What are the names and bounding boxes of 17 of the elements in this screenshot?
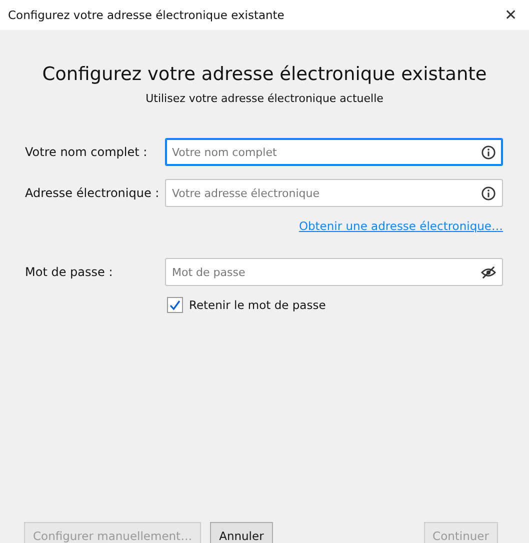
close-button[interactable]: ✕ bbox=[493, 0, 529, 30]
info-icon[interactable] bbox=[481, 144, 496, 160]
get-address-link[interactable]: Obtenir une adresse électronique… bbox=[298, 219, 503, 233]
password-field[interactable]: Mot de passe bbox=[165, 258, 503, 286]
dialog-subheading: Utilisez votre adresse électronique actuelle bbox=[144, 92, 384, 105]
field-label: Mot de passe : bbox=[25, 265, 114, 279]
remember-checkbox[interactable] bbox=[167, 297, 183, 313]
checkbox-label: Retenir le mot de passe bbox=[189, 298, 326, 312]
dialog-heading: Configurez votre adresse électronique existante bbox=[41, 63, 488, 87]
info-icon[interactable] bbox=[481, 186, 496, 200]
dialog-button[interactable]: Annuler bbox=[210, 522, 273, 543]
field-label: Adresse électronique : bbox=[25, 186, 160, 200]
hidden-eye-icon[interactable] bbox=[481, 264, 496, 280]
input-field[interactable]: Votre nom complet bbox=[165, 138, 503, 166]
input-field[interactable]: Votre adresse électronique bbox=[165, 179, 503, 207]
field-label: Votre nom complet : bbox=[25, 145, 148, 159]
window-title: Configurez votre adresse électronique existante bbox=[8, 8, 284, 22]
